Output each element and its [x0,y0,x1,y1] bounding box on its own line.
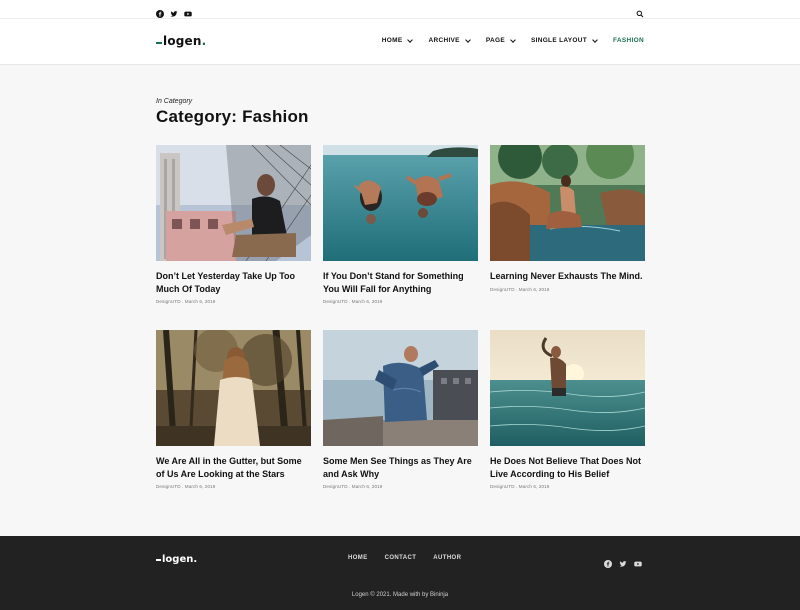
logo-text: logen [162,554,194,565]
logo-dot: . [193,554,198,565]
post-card: Some Men See Things as They Are and Ask … [323,330,478,489]
nav-item-fashion[interactable]: FASHION [613,37,644,44]
chevron-down-icon [407,36,414,43]
post-card: Learning Never Exhausts The Mind. Design… [490,145,645,292]
post-thumbnail[interactable] [490,330,645,446]
facebook-icon[interactable] [604,555,612,568]
post-author[interactable]: DesignUTD [156,484,181,489]
post-author[interactable]: DesignUTD [490,287,515,292]
copyright-text: Logen © 2021. Made with by Bininja [351,592,449,598]
post-title[interactable]: Some Men See Things as They Are and Ask … [323,455,478,480]
category-kicker: In Category [156,98,193,105]
footer-nav: HOME CONTACT AUTHOR [348,555,461,561]
chevron-down-icon [464,36,471,43]
logo-text: logen [163,34,202,48]
post-date: March 6, 2019 [184,484,216,489]
post-card: He Does Not Believe That Does Not Live A… [490,330,645,489]
logo-accent-bar [156,42,162,44]
post-author[interactable]: DesignUTD [323,484,348,489]
top-bar [0,0,800,19]
chevron-down-icon [510,36,516,43]
post-meta: DesignUTD . March 6, 2019 [490,286,550,292]
post-author[interactable]: DesignUTD [490,484,515,489]
post-card: Don’t Let Yesterday Take Up Too Much Of … [156,145,311,304]
nav-item-single-layout[interactable]: SINGLE LAYOUT [530,36,598,44]
post-meta: DesignUTD . March 6, 2019 [156,484,216,489]
top-social-links [156,5,192,18]
post-date: March 6, 2019 [518,484,550,489]
nav-item-archive[interactable]: ARCHIVE [428,36,471,44]
site-footer: logen. HOME CONTACT AUTHOR Logen © 2021.… [0,536,800,610]
post-card: We Are All in the Gutter, but Some of Us… [156,330,311,489]
post-thumbnail[interactable] [323,330,478,446]
facebook-icon[interactable] [156,5,164,18]
nav-label: ARCHIVE [428,37,460,44]
post-title[interactable]: Learning Never Exhausts The Mind. [490,270,645,283]
post-title[interactable]: He Does Not Believe That Does Not Live A… [490,455,645,480]
footer-link-home[interactable]: HOME [348,555,368,561]
post-date: March 6, 2019 [184,299,216,304]
post-thumbnail[interactable] [156,145,311,261]
nav-item-page[interactable]: PAGE [485,36,516,44]
post-card: If You Don’t Stand for Something You Wil… [323,145,478,304]
footer-link-author[interactable]: AUTHOR [433,555,461,561]
post-date: March 6, 2019 [518,286,550,292]
post-date: March 6, 2019 [351,299,383,304]
nav-item-home[interactable]: HOME [381,36,414,44]
main-nav: HOME ARCHIVE PAGE SINGLE LAYOUT FASHION [381,36,644,44]
site-header: logen. HOME ARCHIVE PAGE SINGLE LAYOUT F… [0,19,800,65]
post-author[interactable]: DesignUTD [156,299,181,304]
chevron-down-icon [592,36,598,43]
post-meta: DesignUTD . March 6, 2019 [490,484,550,489]
post-title[interactable]: If You Don’t Stand for Something You Wil… [323,270,478,295]
post-title[interactable]: We Are All in the Gutter, but Some of Us… [156,455,311,480]
footer-logo[interactable]: logen. [156,554,197,565]
logo-accent-bar [156,559,161,561]
twitter-icon[interactable] [619,555,627,567]
youtube-icon[interactable] [184,5,192,17]
post-date: March 6, 2019 [351,484,383,489]
footer-link-contact[interactable]: CONTACT [385,555,417,561]
nav-label: HOME [381,37,403,44]
post-meta: DesignUTD . March 6, 2019 [323,299,383,304]
twitter-icon[interactable] [170,5,178,17]
footer-social-links [604,555,642,568]
search-icon[interactable] [636,5,644,18]
youtube-icon[interactable] [634,555,642,567]
nav-label: PAGE [485,37,505,44]
post-thumbnail[interactable] [490,145,645,261]
post-meta: DesignUTD . March 6, 2019 [323,484,383,489]
site-logo[interactable]: logen. [156,34,206,48]
post-thumbnail[interactable] [323,145,478,261]
post-title[interactable]: Don’t Let Yesterday Take Up Too Much Of … [156,270,311,295]
nav-label: SINGLE LAYOUT [530,37,587,44]
nav-label: FASHION [613,37,644,44]
logo-dot: . [201,34,207,48]
page-title: Category: Fashion [156,107,309,126]
post-meta: DesignUTD . March 6, 2019 [156,299,216,304]
post-author[interactable]: DesignUTD [323,299,348,304]
post-thumbnail[interactable] [156,330,311,446]
